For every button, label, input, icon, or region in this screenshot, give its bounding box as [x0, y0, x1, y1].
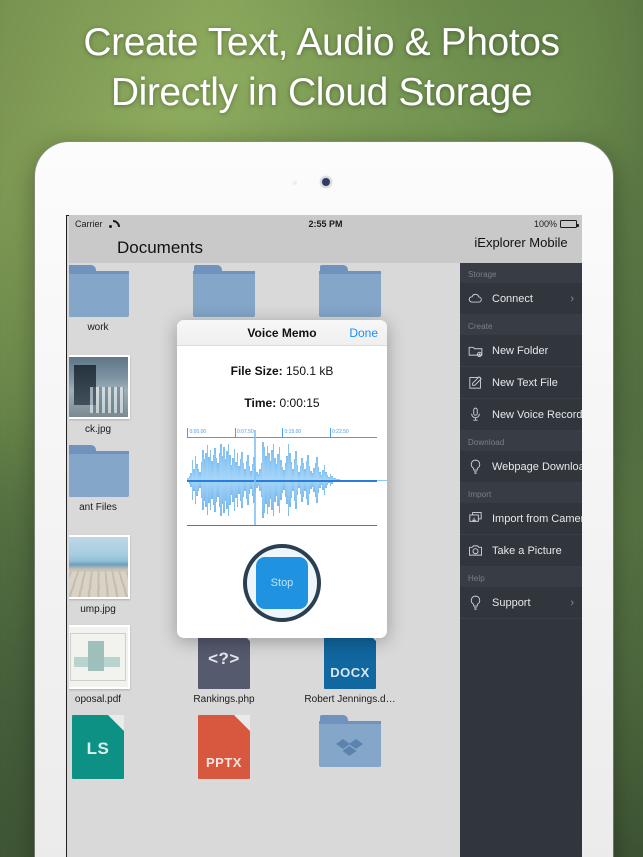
folder-plus-icon: [467, 342, 484, 359]
file-label: ck.jpg: [84, 424, 112, 435]
nav-title: Documents: [117, 238, 203, 257]
sidebar-item-new-voice-recording[interactable]: New Voice Recording: [460, 399, 582, 431]
file-item[interactable]: work: [69, 265, 161, 333]
ambient-sensor-icon: [293, 181, 297, 185]
file-item[interactable]: [287, 715, 413, 784]
file-item[interactable]: LS: [69, 714, 161, 784]
dialog-title: Voice Memo: [247, 325, 317, 340]
ruler-tick-label: 0:15.00: [282, 428, 301, 438]
file-grid-row: LS PPTX: [69, 714, 413, 784]
pencil-square-icon: [467, 374, 484, 391]
file-item[interactable]: oposal.pdf: [69, 625, 161, 705]
folder-icon: [69, 265, 129, 317]
ipad-screen: Carrier 2:55 PM Documents workAuck.jpgan…: [66, 215, 582, 857]
waveform-canvas[interactable]: [187, 430, 387, 526]
sidebar-title: iExplorer Mobile: [474, 235, 568, 250]
sidebar-item-label: Webpage Downloader: [492, 460, 582, 473]
battery-percent-label: 100%: [533, 219, 557, 229]
file-label: Rankings.php: [193, 694, 255, 705]
headline-line-2: Directly in Cloud Storage: [110, 71, 533, 114]
waveform-playhead[interactable]: [254, 430, 257, 526]
done-button[interactable]: Done: [349, 326, 378, 340]
sidebar-item-new-text-file[interactable]: New Text File: [460, 367, 582, 399]
folder-icon: [193, 265, 255, 317]
folder-icon: [69, 445, 129, 497]
waveform-time-ruler: 0:00.00 0:07.50 0:15.00 0:22.50: [187, 428, 377, 438]
sidebar-menu[interactable]: 100% iExplorer Mobile Storage Connect › Cre…: [460, 215, 582, 857]
sidebar-item-new-folder[interactable]: New Folder: [460, 335, 582, 367]
ruler-tick-label: 0:00.00: [187, 428, 206, 438]
battery-full-icon: [560, 220, 579, 228]
camera-dot-icon: [322, 178, 330, 186]
stop-button-label: Stop: [256, 557, 308, 609]
sidebar-item-label: Connect: [492, 292, 533, 305]
file-size-value: 150.1 kB: [285, 364, 334, 378]
camera-icon: [467, 542, 484, 559]
folder-icon: [319, 265, 381, 317]
file-item[interactable]: ump.jpg: [69, 535, 161, 615]
sidebar-item-label: Import from Camera Roll: [492, 512, 582, 525]
time-value: 0:00:15: [279, 396, 320, 410]
sidebar-item-list[interactable]: Storage Connect › Create New Folder New Text …: [460, 263, 582, 619]
dialog-header: Voice Memo Done: [177, 320, 387, 346]
file-label: ump.jpg: [80, 604, 116, 615]
file-item[interactable]: PPTX: [161, 714, 287, 784]
import-download-icon: [467, 510, 484, 527]
pptx-file-icon: PPTX: [198, 714, 251, 779]
photo-thumbnail: [69, 625, 130, 689]
sidebar-section-header: Import: [460, 483, 582, 503]
file-size-label: File Size:: [230, 364, 283, 378]
sidebar-item-label: New Text File: [492, 376, 558, 389]
file-label: oposal.pdf: [74, 694, 122, 705]
sidebar-section-header: Storage: [460, 263, 582, 283]
sidebar-item-take-a-picture[interactable]: Take a Picture: [460, 535, 582, 567]
time-label: Time:: [244, 396, 277, 410]
file-label: work: [87, 322, 109, 333]
headline-line-1: Create Text, Audio & Photos: [83, 21, 560, 64]
time-row: Time: 0:00:15: [177, 396, 387, 410]
lightbulb-icon: [467, 458, 484, 475]
chevron-right-icon: ›: [570, 292, 574, 305]
stop-button-container: Stop: [177, 544, 387, 622]
sidebar-section-header: Help: [460, 567, 582, 587]
ruler-tick-label: 0:07.50: [234, 428, 254, 438]
lightbulb-icon: [467, 594, 484, 611]
sidebar-item-label: Support: [492, 596, 531, 609]
stop-recording-button[interactable]: Stop: [243, 544, 321, 622]
file-label: Robert Jennings.d…: [304, 694, 396, 705]
file-item[interactable]: ck.jpg: [69, 355, 161, 435]
xls-file-icon: LS: [72, 714, 125, 779]
chevron-right-icon: ›: [570, 596, 574, 609]
photo-thumbnail: [69, 535, 130, 599]
waveform-baseline: [187, 524, 377, 526]
sidebar-item-label: New Folder: [492, 344, 549, 357]
sidebar-item-label: New Voice Recording: [492, 408, 582, 421]
page-title: Create Text, Audio & Photos Directly in …: [0, 18, 643, 118]
sidebar-item-connect[interactable]: Connect ›: [460, 283, 582, 315]
waveform-center-line: [187, 480, 377, 482]
cloud-icon: [467, 290, 484, 307]
sidebar-header: 100% iExplorer Mobile: [460, 215, 582, 263]
dialog-body: File Size: 150.1 kB Time: 0:00:15 0:00.0…: [177, 346, 387, 622]
ruler-tick-label: 0:22.50: [329, 428, 349, 438]
sidebar-item-support[interactable]: Support ›: [460, 587, 582, 619]
sidebar-item-label: Take a Picture: [492, 544, 562, 557]
ipad-device-frame: Carrier 2:55 PM Documents workAuck.jpgan…: [35, 142, 613, 857]
waveform-widget[interactable]: 0:00.00 0:07.50 0:15.00 0:22.50: [187, 428, 387, 532]
waveform-bar: [386, 479, 387, 481]
sidebar-section-header: Create: [460, 315, 582, 335]
sidebar-item-webpage-downloader[interactable]: Webpage Downloader: [460, 451, 582, 483]
file-size-row: File Size: 150.1 kB: [177, 364, 387, 378]
voice-memo-dialog[interactable]: Voice Memo Done File Size: 150.1 kB Time…: [177, 320, 387, 638]
battery-indicator: 100%: [533, 219, 579, 229]
file-label: ant Files: [79, 502, 117, 513]
file-item[interactable]: ant Files: [69, 445, 161, 525]
dropbox-folder-icon: [319, 715, 381, 767]
microphone-icon: [467, 406, 484, 423]
sidebar-item-import-from-camera-roll[interactable]: Import from Camera Roll: [460, 503, 582, 535]
photo-thumbnail: [69, 355, 130, 419]
sidebar-section-header: Download: [460, 431, 582, 451]
